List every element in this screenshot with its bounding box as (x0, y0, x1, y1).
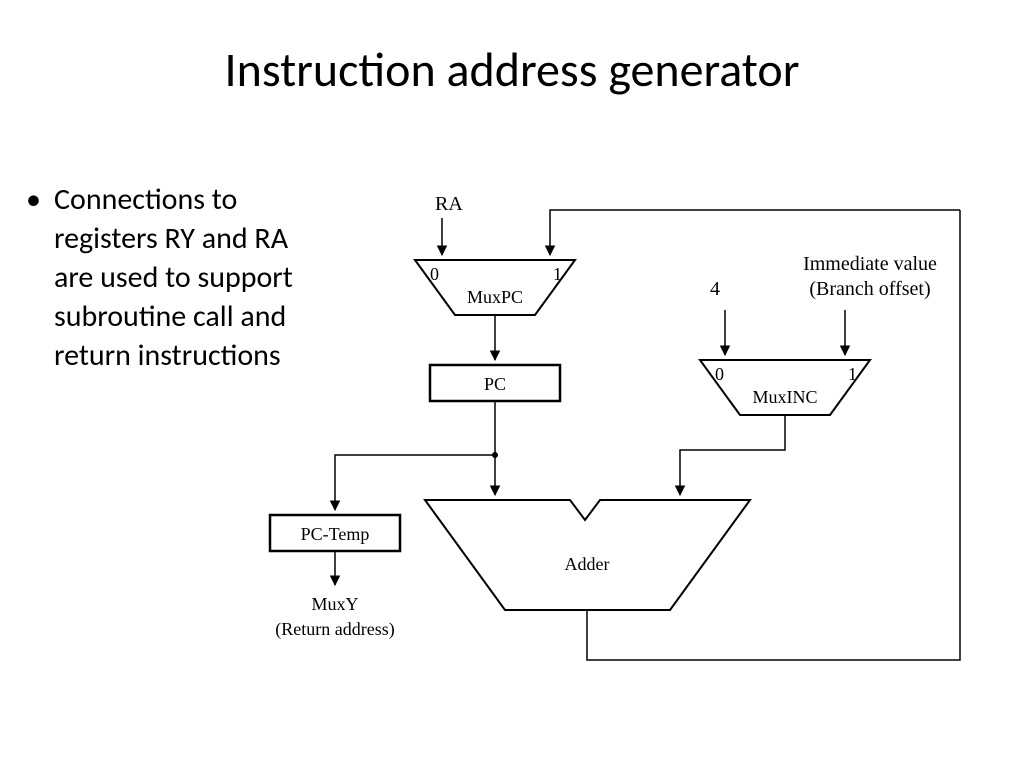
iag-diagram: RA 0 1 MuxPC PC PC-Temp MuxY (Return add… (260, 190, 1000, 710)
adder-label: Adder (565, 554, 610, 574)
feedback-arrow (550, 210, 960, 255)
immediate-label-1: Immediate value (803, 253, 937, 275)
muxinc-label: MuxINC (752, 387, 817, 407)
muxinc-in0: 0 (715, 364, 724, 384)
pc-label: PC (484, 374, 506, 394)
muxinc-to-adder (680, 415, 785, 495)
muxy-sub: (Return address) (275, 619, 394, 640)
immediate-label-2: (Branch offset) (809, 278, 930, 300)
muxpc-in1: 1 (553, 264, 562, 284)
muxpc-label: MuxPC (467, 287, 523, 307)
ra-label: RA (435, 193, 463, 215)
const4-label: 4 (710, 278, 720, 300)
muxinc-in1: 1 (848, 364, 857, 384)
pctemp-label: PC-Temp (301, 524, 370, 544)
slide-title: Instruction address generator (0, 40, 1024, 99)
muxy-label: MuxY (311, 594, 358, 614)
muxpc-in0: 0 (430, 264, 439, 284)
